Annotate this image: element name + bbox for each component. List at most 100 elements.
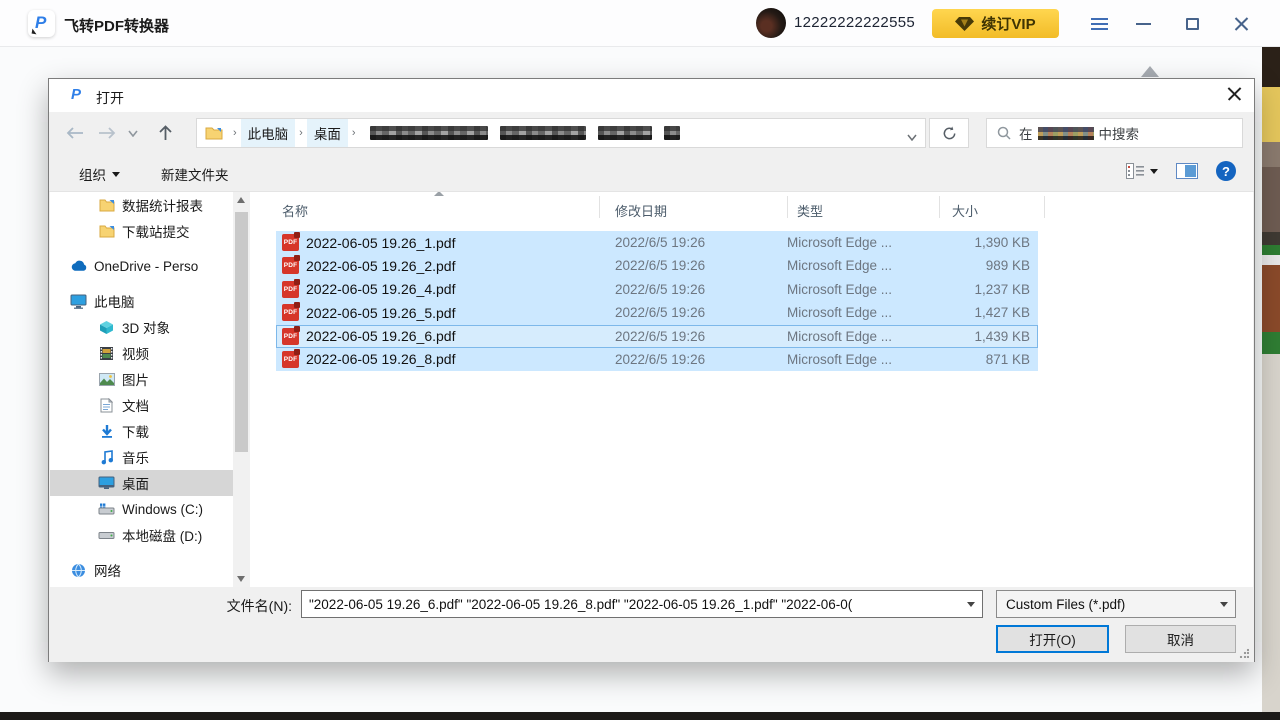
- app-logo: P: [28, 10, 55, 37]
- menu-button[interactable]: [1082, 7, 1116, 41]
- file-size: 1,390 KB: [974, 235, 1030, 250]
- dialog-close-button[interactable]: [1227, 87, 1242, 102]
- sidebar-gap: [50, 548, 233, 557]
- column-divider[interactable]: [787, 196, 788, 218]
- desktop-background-sliver: [1262, 47, 1280, 712]
- list-view-icon: [1126, 163, 1145, 179]
- sort-ascending-icon[interactable]: [434, 192, 444, 196]
- file-size: 989 KB: [986, 258, 1030, 273]
- column-divider[interactable]: [599, 196, 600, 218]
- sidebar-item-document[interactable]: 文档: [50, 392, 233, 418]
- file-row[interactable]: PDF2022-06-05 19.26_2.pdf2022/6/5 19:26M…: [276, 254, 1038, 277]
- sidebar-item-film[interactable]: 视频: [50, 340, 233, 366]
- resize-grip[interactable]: [1239, 648, 1249, 658]
- back-arrow-icon: [66, 127, 84, 139]
- breadcrumb-desktop[interactable]: 桌面: [307, 119, 348, 147]
- file-type: Microsoft Edge ...: [787, 305, 892, 320]
- scroll-up-icon[interactable]: [237, 197, 245, 203]
- sidebar-item-onedrive[interactable]: OneDrive - Perso: [50, 253, 233, 279]
- scrollbar-thumb[interactable]: [235, 212, 248, 452]
- background-scroll-up-icon[interactable]: [1141, 66, 1159, 77]
- sidebar-item-drive-windows[interactable]: Windows (C:): [50, 496, 233, 522]
- file-row[interactable]: PDF2022-06-05 19.26_6.pdf2022/6/5 19:26M…: [276, 325, 1038, 348]
- breadcrumb-bar[interactable]: › 此电脑 › 桌面 ›: [196, 118, 926, 148]
- file-date: 2022/6/5 19:26: [615, 305, 705, 320]
- column-divider[interactable]: [939, 196, 940, 218]
- file-row[interactable]: PDF2022-06-05 19.26_8.pdf2022/6/5 19:26M…: [276, 348, 1038, 371]
- user-avatar[interactable]: [756, 8, 786, 38]
- cancel-button[interactable]: 取消: [1125, 625, 1236, 653]
- back-button[interactable]: [63, 121, 87, 145]
- sidebar-item-download[interactable]: 下载: [50, 418, 233, 444]
- preview-pane-button[interactable]: [1176, 163, 1198, 179]
- filetype-select[interactable]: Custom Files (*.pdf): [996, 590, 1236, 618]
- sidebar-item-folder[interactable]: 数据统计报表: [50, 192, 233, 218]
- breadcrumb-separator: ›: [352, 127, 356, 139]
- breadcrumb-this-pc[interactable]: 此电脑: [241, 119, 296, 147]
- column-divider[interactable]: [1044, 196, 1045, 218]
- account-number: 12222222222555: [794, 14, 915, 31]
- sidebar-item-computer[interactable]: 此电脑: [50, 288, 233, 314]
- file-name: 2022-06-05 19.26_2.pdf: [306, 258, 455, 274]
- sidebar-item-label: 文档: [122, 395, 149, 415]
- file-name: 2022-06-05 19.26_4.pdf: [306, 281, 455, 297]
- refresh-button[interactable]: [929, 118, 969, 148]
- search-icon: [997, 126, 1011, 140]
- drive-windows-icon: [98, 501, 115, 518]
- file-size: 1,439 KB: [974, 329, 1030, 344]
- sidebar-item-label: 3D 对象: [122, 317, 170, 337]
- film-icon: [98, 345, 115, 362]
- search-box[interactable]: 在 中搜索: [986, 118, 1243, 148]
- sidebar-item-label: 此电脑: [94, 291, 135, 311]
- sidebar-item-desktop[interactable]: 桌面: [50, 470, 233, 496]
- open-button[interactable]: 打开(O): [996, 625, 1109, 653]
- chevron-down-icon[interactable]: [967, 602, 975, 607]
- scroll-down-icon[interactable]: [237, 576, 245, 582]
- sidebar-item-label: 下载站提交: [122, 221, 190, 241]
- column-header-size[interactable]: 大小: [952, 201, 978, 220]
- redacted-path-mosaic: [370, 126, 680, 140]
- sidebar-item-label: 网络: [94, 560, 121, 580]
- close-icon: [1234, 17, 1249, 32]
- dialog-toolbar: 组织 新建文件夹 ?: [49, 157, 1254, 191]
- renew-vip-button[interactable]: 续订VIP: [932, 9, 1059, 38]
- breadcrumb-dropdown-button[interactable]: [907, 128, 917, 146]
- maximize-icon: [1186, 18, 1199, 30]
- file-name: 2022-06-05 19.26_8.pdf: [306, 351, 455, 367]
- pdf-file-icon: PDF: [282, 257, 299, 274]
- vip-diamond-icon: [955, 17, 974, 31]
- sidebar-item-network[interactable]: 网络: [50, 557, 233, 583]
- change-view-button[interactable]: [1126, 163, 1158, 179]
- file-size: 1,427 KB: [974, 305, 1030, 320]
- filename-input[interactable]: "2022-06-05 19.26_6.pdf" "2022-06-05 19.…: [301, 590, 983, 618]
- close-app-button[interactable]: [1224, 7, 1258, 41]
- sidebar-item-folder[interactable]: 下载站提交: [50, 218, 233, 244]
- sidebar-item-music[interactable]: 音乐: [50, 444, 233, 470]
- download-icon: [98, 423, 115, 440]
- help-button[interactable]: ?: [1216, 161, 1236, 181]
- file-size: 1,237 KB: [974, 282, 1030, 297]
- up-button[interactable]: [153, 121, 177, 145]
- sidebar-item-picture[interactable]: 图片: [50, 366, 233, 392]
- file-date: 2022/6/5 19:26: [615, 282, 705, 297]
- maximize-button[interactable]: [1175, 7, 1209, 41]
- column-header-date[interactable]: 修改日期: [615, 201, 667, 220]
- sidebar-item-cube[interactable]: 3D 对象: [50, 314, 233, 340]
- drive-icon: [98, 527, 115, 544]
- file-name: 2022-06-05 19.26_6.pdf: [306, 328, 455, 344]
- column-header-type[interactable]: 类型: [797, 201, 823, 220]
- minimize-button[interactable]: [1126, 7, 1160, 41]
- recent-locations-button[interactable]: [125, 121, 141, 145]
- sidebar-scrollbar[interactable]: [233, 192, 250, 587]
- app-titlebar: P 飞转PDF转换器 12222222222555 续订VIP: [0, 0, 1280, 47]
- column-header-name[interactable]: 名称: [282, 201, 308, 220]
- forward-button[interactable]: [95, 121, 119, 145]
- new-folder-button[interactable]: 新建文件夹: [153, 161, 237, 187]
- file-row[interactable]: PDF2022-06-05 19.26_4.pdf2022/6/5 19:26M…: [276, 278, 1038, 301]
- file-row[interactable]: PDF2022-06-05 19.26_1.pdf2022/6/5 19:26M…: [276, 231, 1038, 254]
- app-title: 飞转PDF转换器: [64, 15, 169, 36]
- filename-label: 文件名(N):: [227, 596, 292, 616]
- file-row[interactable]: PDF2022-06-05 19.26_5.pdf2022/6/5 19:26M…: [276, 301, 1038, 324]
- organize-button[interactable]: 组织: [71, 161, 128, 187]
- sidebar-item-drive[interactable]: 本地磁盘 (D:): [50, 522, 233, 548]
